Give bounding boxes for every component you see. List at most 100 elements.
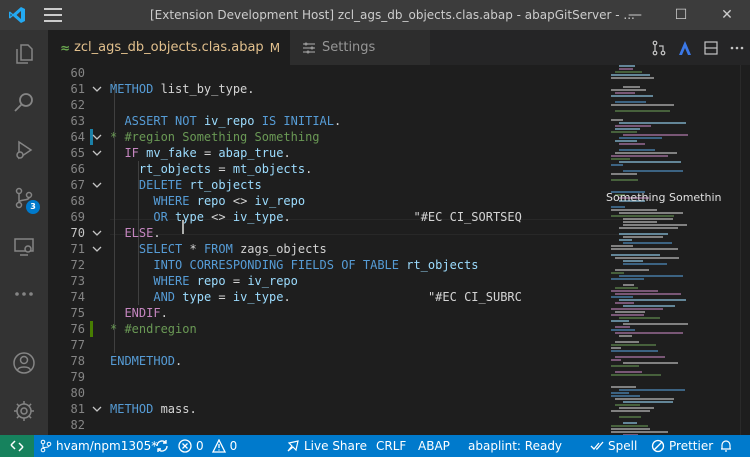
code-line[interactable]: 66 rt_objects = mt_objects.	[48, 161, 648, 177]
code-line[interactable]: 67 DELETE rt_objects	[48, 177, 648, 193]
code-token: type	[182, 290, 212, 304]
minimap-line	[615, 152, 677, 154]
scm-badge: 3	[26, 200, 40, 214]
minimap-line	[619, 335, 632, 337]
abaplint-icon[interactable]	[672, 38, 698, 58]
code-line[interactable]: 69 OR type <> iv_type. "#EC CI_SORTSEQ	[48, 209, 648, 225]
split-editor-icon[interactable]	[698, 38, 724, 58]
code-line[interactable]: 68 WHERE repo <> iv_repo	[48, 193, 648, 209]
code-line[interactable]: 78 ENDMETHOD.	[48, 353, 648, 369]
branch-indicator[interactable]: hvam/npm1305*	[40, 435, 157, 457]
minimap-line	[615, 128, 640, 130]
code-text: METHOD mass.	[110, 401, 197, 417]
language-mode-selector[interactable]: ABAP	[418, 435, 450, 457]
code-line[interactable]: 73 WHERE repo = iv_repo	[48, 273, 648, 289]
line-number: 78	[70, 354, 85, 368]
code-token: mv_fake	[146, 146, 197, 160]
code-line[interactable]: 74 AND type = iv_type. "#EC CI_SUBRC	[48, 289, 648, 305]
minimap-line	[611, 431, 668, 433]
code-token: rt_objects	[138, 162, 212, 176]
sync-icon[interactable]	[155, 435, 173, 457]
close-button[interactable]: ✕	[704, 0, 750, 30]
code-line[interactable]: 75 ENDIF.	[48, 305, 648, 321]
text-cursor	[182, 220, 184, 234]
tab-settings[interactable]: Settings	[290, 30, 430, 65]
notifications-button[interactable]	[719, 435, 737, 457]
minimap-line	[615, 332, 683, 334]
more-icon[interactable]	[0, 270, 48, 318]
minimap-line	[615, 341, 639, 343]
code-token: IF	[124, 146, 139, 160]
minimap-line	[615, 140, 637, 142]
search-icon[interactable]	[0, 78, 48, 126]
minimap-line	[623, 221, 657, 223]
code-line[interactable]: 60	[48, 65, 648, 81]
code-line[interactable]: 64 * #region Something Something	[48, 129, 648, 145]
minimap-line	[611, 350, 658, 352]
menu-icon[interactable]	[44, 8, 62, 22]
abaplint-status[interactable]: abaplint: Ready	[468, 435, 562, 457]
minimap-line	[611, 278, 644, 280]
code-token: iv_type	[232, 210, 284, 224]
vertical-scrollbar[interactable]	[740, 65, 750, 435]
code-line[interactable]: 61 METHOD list_by_type.	[48, 81, 648, 97]
minimap-line	[615, 404, 640, 406]
run-debug-icon[interactable]	[0, 126, 48, 174]
code-text: rt_objects = mt_objects.	[110, 161, 312, 177]
tab-zcl-ags-db-objects[interactable]: ≈ zcl_ags_db_objects.clas.abap M ✕	[48, 30, 304, 65]
code-line[interactable]: 65 IF mv_fake = abap_true.	[48, 145, 648, 161]
code-line[interactable]: 81 METHOD mass.	[48, 401, 648, 417]
code-line[interactable]: 76 * #endregion	[48, 321, 648, 337]
spell-checker[interactable]: Spell	[590, 435, 637, 457]
tab-bar: ≈ zcl_ags_db_objects.clas.abap M ✕ Setti…	[48, 30, 750, 65]
tab-label: zcl_ags_db_objects.clas.abap	[74, 40, 264, 55]
minimap-line	[615, 92, 635, 94]
code-line[interactable]: 80	[48, 385, 648, 401]
minimap-line	[623, 323, 688, 325]
code-line[interactable]: 82	[48, 417, 648, 433]
accounts-icon[interactable]	[0, 339, 48, 387]
error-icon	[178, 439, 192, 453]
maximize-button[interactable]: ☐	[658, 0, 704, 30]
minimap-line	[619, 239, 632, 241]
minimize-button[interactable]: —	[612, 0, 658, 30]
more-actions-icon[interactable]	[724, 38, 750, 58]
code-line[interactable]: 70 ELSE.	[48, 225, 648, 241]
code-text: ELSE.	[110, 225, 160, 241]
explorer-icon[interactable]	[0, 30, 48, 78]
minimap-line	[611, 95, 653, 97]
remote-indicator[interactable]	[0, 435, 34, 457]
code-token: rt_objects	[406, 258, 479, 272]
minimap-line	[611, 209, 657, 211]
open-changes-icon[interactable]	[646, 38, 672, 58]
code-line[interactable]: 77	[48, 337, 648, 353]
code-line[interactable]: 63 ASSERT NOT iv_repo IS INITIAL.	[48, 113, 648, 129]
line-number: 70	[70, 226, 85, 240]
git-branch-icon	[40, 439, 52, 453]
live-share-button[interactable]: Live Share	[286, 435, 367, 457]
problems-indicator[interactable]: 0 0	[178, 435, 237, 457]
code-line[interactable]: 72 INTO CORRESPONDING FIELDS OF TABLE rt…	[48, 257, 648, 273]
minimap-line	[619, 317, 660, 319]
check-all-icon	[590, 441, 604, 450]
code-token: type	[175, 210, 204, 224]
source-control-icon[interactable]: 3	[0, 174, 48, 222]
minimap-line	[619, 161, 681, 163]
minimap[interactable]	[603, 65, 740, 436]
eol-selector[interactable]: CRLF	[376, 435, 406, 457]
code-line[interactable]: 71 SELECT * FROM zags_objects	[48, 241, 648, 257]
window-title: [Extension Development Host] zcl_ags_db_…	[150, 8, 635, 22]
settings-gear-icon[interactable]	[0, 387, 48, 435]
prettier-status[interactable]: Prettier	[651, 435, 713, 457]
branch-name: hvam/npm1305*	[56, 439, 158, 453]
minimap-line	[611, 164, 623, 166]
minimap-line	[623, 422, 637, 424]
code-line[interactable]: 79	[48, 369, 648, 385]
code-text: * #endregion	[110, 321, 197, 337]
remote-explorer-icon[interactable]	[0, 222, 48, 270]
code-line[interactable]: 62	[48, 97, 648, 113]
minimap-line	[615, 371, 642, 373]
